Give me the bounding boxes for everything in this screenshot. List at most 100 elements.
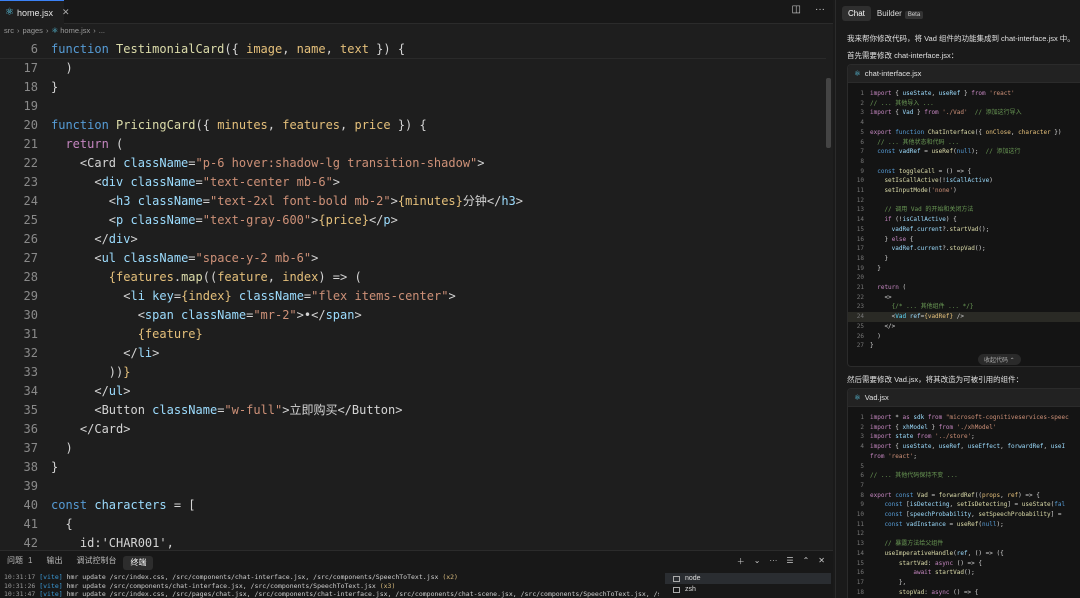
tab-chat[interactable]: Chat xyxy=(842,6,871,21)
code-block-header: ⚛ Vad.jsx xyxy=(848,389,1080,407)
code-token: { xyxy=(895,423,903,431)
close-icon[interactable]: ✕ xyxy=(62,7,70,18)
code-token: >•</ xyxy=(296,308,326,322)
code-token: isDetecting xyxy=(909,501,950,509)
code-token: = xyxy=(173,289,182,303)
line-number: 26 xyxy=(23,232,38,246)
code-token: const xyxy=(870,520,907,528)
line-text: return ( xyxy=(870,283,906,293)
chevron-up-icon[interactable]: ⌃ xyxy=(803,556,810,567)
code-token: }, xyxy=(870,578,907,586)
code-token: (); xyxy=(963,569,975,577)
line-number: 4 xyxy=(860,119,864,127)
code-token: > xyxy=(152,346,160,360)
editor-scrollbar[interactable] xyxy=(826,78,831,148)
terminal-item[interactable]: zsh xyxy=(665,584,831,595)
code-token: )) xyxy=(51,365,124,379)
code-line: 26 </div> xyxy=(0,230,826,249)
line-text: } xyxy=(870,264,881,274)
code-line: 24 <Vad ref={vadRef} /> xyxy=(848,312,1080,322)
code-view[interactable]: 6 function TestimonialCard({ image, name,… xyxy=(0,40,826,550)
line-text: ) xyxy=(51,439,72,458)
panel-tabs: 问题 1 输出 调试控制台 终端 xyxy=(0,551,154,571)
code-token: current xyxy=(916,245,943,253)
tab-builder[interactable]: Builder Beta xyxy=(871,6,929,21)
line-number: 19 xyxy=(856,264,864,272)
code-token: > xyxy=(395,403,403,417)
code-line: 32 </li> xyxy=(0,344,826,363)
code-token: stopVad xyxy=(870,588,925,596)
breadcrumb-item[interactable]: ... xyxy=(99,26,105,35)
terminal-icon xyxy=(673,575,680,582)
layout-icon[interactable]: ☰ xyxy=(786,556,793,567)
line-text: </Card> xyxy=(51,420,131,439)
line-number: 17 xyxy=(856,245,864,253)
line-number: 13 xyxy=(856,540,864,548)
code-token: PricingCard xyxy=(116,118,196,132)
code-line: 1 import * as sdk from "microsoft-cogniti… xyxy=(848,413,1080,423)
code-block-filename: chat-interface.jsx xyxy=(864,69,922,78)
code-token: h3 xyxy=(116,194,138,208)
line-text: } else { xyxy=(870,235,913,245)
line-number: 11 xyxy=(856,187,864,194)
code-token: > xyxy=(448,289,456,303)
code-token: from xyxy=(870,452,889,460)
breadcrumb-item[interactable]: src xyxy=(4,26,14,35)
line-text: </li> xyxy=(51,344,159,363)
code-token: ({ xyxy=(224,42,247,56)
line-text: function PricingCard({ minutes, features… xyxy=(51,116,427,135)
more-actions-icon[interactable]: ··· xyxy=(769,556,777,567)
code-token: ({ xyxy=(195,118,218,132)
line-number: 6 xyxy=(860,472,864,480)
code-token: export xyxy=(870,491,896,499)
code-token: < xyxy=(51,403,102,417)
code-line: 6 function TestimonialCard({ image, name,… xyxy=(0,40,826,59)
line-text: import { xhModel } from './xhModel' xyxy=(870,423,996,433)
code-token: useRef xyxy=(956,520,979,528)
code-line: 14 useImperativeHandle(ref, () => ({ xyxy=(848,549,1080,559)
line-number: 32 xyxy=(23,346,38,360)
panel-tab[interactable]: 输出 xyxy=(39,551,69,571)
code-token: className xyxy=(123,251,189,265)
code-token: span xyxy=(144,308,182,322)
code-line: 17 vadRef.current?.stopVad(); xyxy=(848,244,1080,254)
code-token: </ xyxy=(51,232,109,246)
line-text: // 暴露方法给父组件 xyxy=(870,539,943,549)
code-line: 17 }, xyxy=(848,578,1080,588)
code-token: : xyxy=(927,559,936,567)
code-token: startVad xyxy=(949,225,979,233)
line-number: 42 xyxy=(23,536,38,550)
line-text: ))} xyxy=(51,363,131,382)
code-token: characters xyxy=(94,498,174,512)
line-text: // 调用 Vad 的开始和关闭方法 xyxy=(870,205,973,215)
terminal-time: 10:31:47 xyxy=(4,590,40,598)
close-panel-icon[interactable]: ✕ xyxy=(818,556,825,567)
code-line: 34 </ul> xyxy=(0,382,826,401)
line-number: 4 xyxy=(860,443,864,451)
collapse-code-button[interactable]: 收起代码 ⌃ xyxy=(978,354,1021,365)
split-editor-icon[interactable]: ◫ xyxy=(792,4,801,15)
breadcrumb-item[interactable]: home.jsx xyxy=(60,26,90,35)
more-actions-icon[interactable]: ··· xyxy=(815,4,825,15)
code-line: 29 <li key={index} className="flex items… xyxy=(0,287,826,306)
code-token: const xyxy=(870,501,907,509)
panel-tab[interactable]: 问题 1 xyxy=(0,551,39,571)
line-number: 16 xyxy=(856,235,864,243)
tab-home-jsx[interactable]: ⚛ home.jsx ✕ xyxy=(0,0,70,24)
code-token: vadRef xyxy=(870,225,914,233)
panel-tab[interactable]: 调试控制台 xyxy=(69,551,123,571)
code-token: ) { xyxy=(945,216,957,224)
line-number: 12 xyxy=(856,196,864,204)
line-number: 18 xyxy=(856,588,864,596)
breadcrumb-item[interactable]: pages xyxy=(23,26,43,35)
chevron-down-icon[interactable]: ⌄ xyxy=(754,556,761,567)
terminal-item[interactable]: node xyxy=(665,573,831,584)
code-token: isCallActive xyxy=(902,216,946,224)
code-token: } xyxy=(870,342,874,350)
terminal-output[interactable]: 10:31:17 [vite] hmr update /src/index.cs… xyxy=(4,573,659,598)
code-token: > xyxy=(390,213,398,227)
add-terminal-icon[interactable]: ＋ xyxy=(737,556,745,567)
code-line: 2 import { xhModel } from './xhModel' xyxy=(848,423,1080,433)
code-line: 7 xyxy=(848,481,1080,491)
panel-tab[interactable]: 终端 xyxy=(123,555,154,570)
